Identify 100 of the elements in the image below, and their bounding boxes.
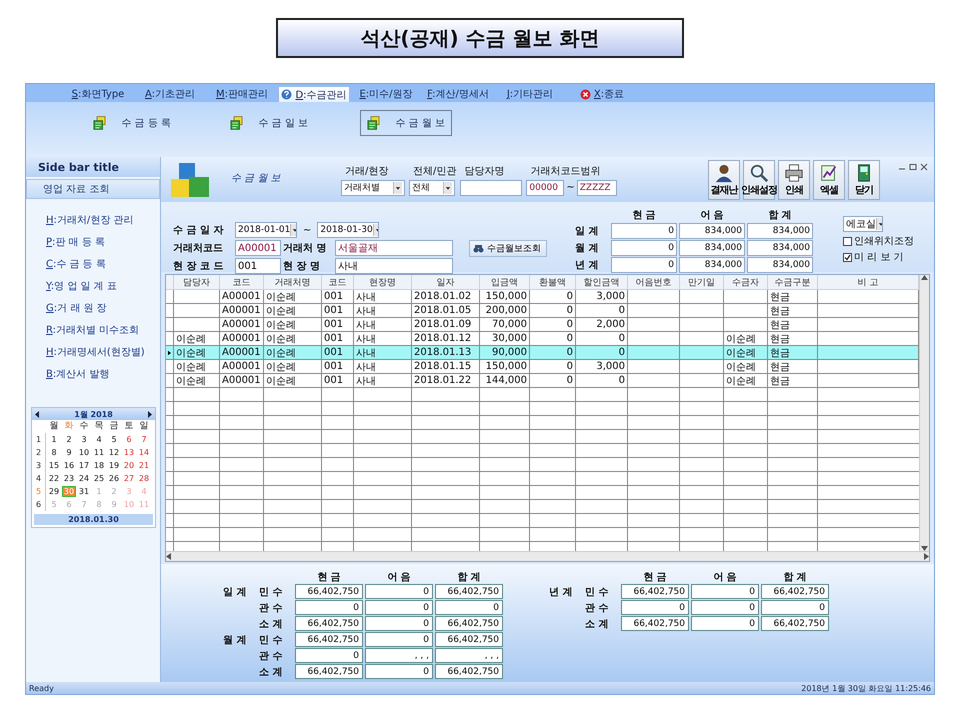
amount-field[interactable]: 0 (365, 632, 433, 647)
right-arrow-icon[interactable] (924, 553, 929, 560)
amount-field[interactable]: 0 (365, 584, 433, 599)
select-field[interactable]: 에코실 (843, 216, 883, 232)
input-field[interactable]: A00001 (235, 240, 281, 256)
amount-field[interactable]: 0 (691, 600, 759, 615)
calendar-day[interactable]: 8 (47, 447, 61, 458)
column-header[interactable]: 할인금액 (576, 275, 628, 290)
amount-field[interactable]: 66,402,750 (435, 616, 503, 631)
date-field[interactable]: 2018-01-30 (317, 222, 380, 238)
calendar-day[interactable]: 13 (122, 447, 136, 458)
calendar-day[interactable]: 1 (47, 434, 61, 445)
calendar-day[interactable]: 16 (62, 460, 76, 471)
amount-field[interactable]: 0 (295, 648, 363, 663)
amount-field[interactable]: 66,402,750 (621, 616, 689, 631)
amount-field[interactable]: 0 (621, 600, 689, 615)
horizontal-scrollbar[interactable] (166, 551, 929, 561)
calendar-day[interactable]: 31 (77, 486, 91, 497)
column-header[interactable]: 코드 (322, 275, 354, 290)
amount-field[interactable]: 66,402,750 (761, 616, 829, 631)
amount-field[interactable]: 66,402,750 (435, 632, 503, 647)
amount-field[interactable]: , , , (435, 648, 503, 663)
date-field[interactable]: 2018-01-01 (235, 222, 297, 238)
menu-tab[interactable]: E:미수/원장 (350, 86, 422, 102)
amount-field[interactable]: 66,402,750 (295, 632, 363, 647)
column-header[interactable]: 환불액 (530, 275, 576, 290)
ribbon-button[interactable]: 수 금 월 보 (360, 110, 452, 136)
up-arrow-icon[interactable] (921, 275, 928, 280)
ribbon-button[interactable]: 수 금 등 록 (86, 110, 178, 136)
calendar-day[interactable]: 25 (92, 473, 106, 484)
menu-tab[interactable]: F:계산/명세서 (422, 86, 494, 102)
today-button[interactable]: 2018.01.30 (34, 514, 153, 525)
sidebar-item[interactable]: P:판 매 등 록 (46, 235, 160, 249)
sidebar-item[interactable]: C:수 금 등 록 (46, 257, 160, 271)
select-field[interactable]: 거래처별 (341, 180, 405, 196)
amount-field[interactable]: 66,402,750 (621, 584, 689, 599)
calendar-day[interactable]: 20 (122, 460, 136, 471)
column-header[interactable]: 현장명 (354, 275, 412, 290)
checkbox[interactable] (843, 252, 852, 262)
calendar-day[interactable]: 26 (107, 473, 121, 484)
search-button[interactable]: 수금월보조회 (469, 240, 547, 257)
amount-field[interactable]: 0 (691, 584, 759, 599)
amount-field[interactable]: 66,402,750 (295, 616, 363, 631)
next-icon[interactable] (147, 410, 152, 418)
sidebar-item[interactable]: B:계산서 발행 (46, 367, 160, 381)
calendar-day[interactable]: 29 (47, 486, 61, 497)
table-row[interactable]: A00001 이순례 001 사내 2018.01.05 200,000 0 0 현금 (166, 304, 919, 318)
column-header[interactable]: 코드 (220, 275, 264, 290)
left-arrow-icon[interactable] (166, 553, 171, 560)
amount-field[interactable]: , , , (365, 648, 433, 663)
amount-field[interactable]: 834,000 (747, 240, 813, 256)
amount-field[interactable]: 66,402,750 (295, 664, 363, 679)
table-row[interactable]: 이순례 A00001 이순례 001 사내 2018.01.13 90,000 0 0 이순례 현금 (166, 346, 919, 360)
table-row[interactable]: A00001 이순례 001 사내 2018.01.02 150,000 0 3,000 현금 (166, 290, 919, 304)
menu-tab[interactable]: J:기타관리 (494, 86, 566, 102)
column-header[interactable]: 어음번호 (628, 275, 680, 290)
select-field[interactable]: 전체 (409, 180, 455, 196)
sidebar-item[interactable]: Y:영 업 일 계 표 (46, 279, 160, 293)
input-field[interactable]: 00000 (526, 180, 564, 196)
calendar-day[interactable]: 3 (77, 434, 91, 445)
column-header[interactable]: 수금구분 (768, 275, 818, 290)
column-header[interactable]: 만기일 (680, 275, 724, 290)
amount-field[interactable]: 0 (761, 600, 829, 615)
sidebar-item[interactable]: R:거래처별 미수조회 (46, 323, 160, 337)
calendar-day[interactable]: 28 (137, 473, 151, 484)
menu-tab[interactable]: D:수금관리 (278, 86, 350, 102)
amount-field[interactable]: 834,000 (679, 257, 745, 273)
down-arrow-icon[interactable] (921, 546, 928, 551)
sidebar-item[interactable]: H:거래처/현장 관리 (46, 213, 160, 227)
toolbar-button[interactable]: 결재난 (708, 160, 740, 200)
amount-field[interactable]: 66,402,750 (435, 664, 503, 679)
amount-field[interactable]: 0 (365, 664, 433, 679)
sidebar-section[interactable]: 영업 자료 조회 (26, 179, 160, 199)
amount-field[interactable]: 0 (611, 223, 677, 239)
input-field[interactable]: 서울골재 (335, 240, 453, 256)
amount-field[interactable]: 0 (611, 240, 677, 256)
amount-field[interactable]: 66,402,750 (435, 584, 503, 599)
input-field[interactable]: 001 (235, 258, 281, 274)
amount-field[interactable]: 0 (435, 600, 503, 615)
amount-field[interactable]: 0 (365, 600, 433, 615)
calendar-day[interactable]: 19 (107, 460, 121, 471)
calendar-day[interactable]: 27 (122, 473, 136, 484)
amount-field[interactable]: 0 (691, 616, 759, 631)
input-field[interactable]: 사내 (335, 258, 453, 274)
calendar-day[interactable]: 23 (62, 473, 76, 484)
column-header[interactable]: 수금자 (724, 275, 768, 290)
calendar-day[interactable]: 5 (107, 434, 121, 445)
column-header[interactable]: 입금액 (480, 275, 530, 290)
input-field[interactable] (460, 180, 522, 196)
toolbar-button[interactable]: 인쇄설정 (743, 160, 775, 200)
calendar-day[interactable]: 21 (137, 460, 151, 471)
calendar-day[interactable]: 22 (47, 473, 61, 484)
menu-tab[interactable]: S:화면Type (62, 86, 134, 102)
sidebar-item[interactable]: G:거 래 원 장 (46, 301, 160, 315)
calendar-day[interactable]: 15 (47, 460, 61, 471)
column-header[interactable]: 일자 (412, 275, 480, 290)
amount-field[interactable]: 834,000 (679, 223, 745, 239)
checkbox[interactable] (843, 236, 852, 246)
table-row[interactable]: 이순례 A00001 이순례 001 사내 2018.01.15 150,000 0 3,000 이순례 현금 (166, 360, 919, 374)
toolbar-button[interactable]: 엑셀 (813, 160, 845, 200)
